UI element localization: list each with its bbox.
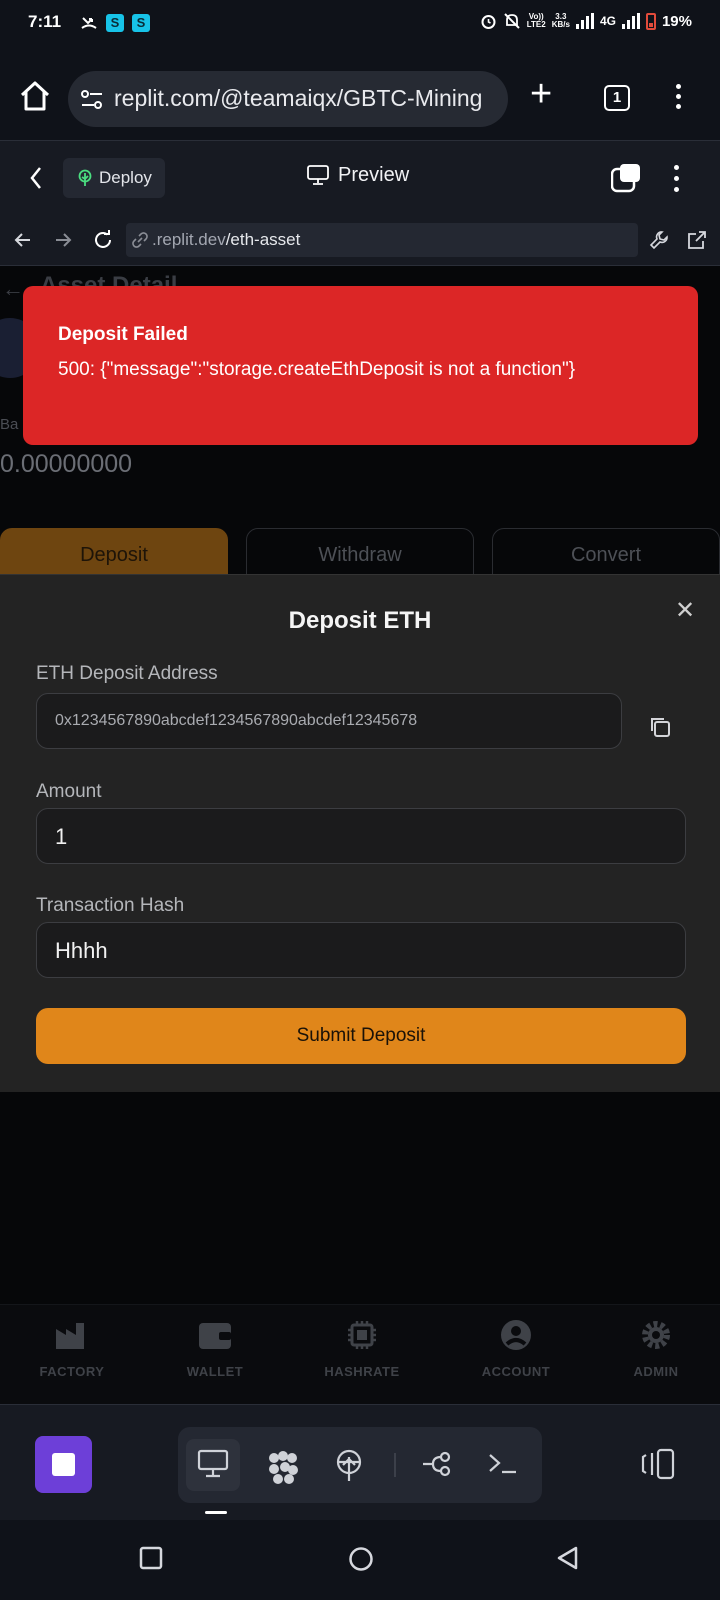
status-time: 7:11 — [28, 12, 62, 31]
balance-value: 0.00000000 — [0, 450, 133, 478]
close-icon[interactable]: ✕ — [675, 599, 695, 623]
active-tool-indicator — [205, 1511, 227, 1514]
browser-toolbar: replit.com/@teamaiqx/GBTC-Mining + 1 — [0, 48, 720, 140]
preview-title[interactable]: Preview — [306, 164, 409, 191]
tool-preview[interactable] — [186, 1439, 240, 1491]
deposit-address-value: 0x1234567890abcdef1234567890abcdef123456… — [55, 712, 418, 729]
back-chevron-icon[interactable] — [28, 163, 44, 193]
wrench-icon[interactable] — [648, 229, 670, 251]
app-notification-icon: S — [106, 14, 124, 32]
nav-factory[interactable]: FACTORY — [17, 1319, 127, 1379]
panel-toggle-icon[interactable] — [640, 1447, 676, 1481]
replit-header: Deploy Preview — [0, 140, 720, 216]
signal-icon — [575, 13, 594, 29]
deploy-button[interactable]: Deploy — [63, 158, 165, 198]
signal-icon — [621, 13, 640, 29]
address-label: ETH Deposit Address — [36, 663, 218, 684]
copy-icon[interactable] — [648, 715, 672, 739]
preview-domain: .replit.dev/eth-asset — [152, 230, 301, 249]
tool-shell[interactable] — [476, 1439, 530, 1491]
monitor-icon — [197, 1449, 229, 1478]
app-bottom-nav: FACTORY WALLET HASHRATE ACCOUNT ADMIN — [0, 1304, 720, 1404]
gear-icon — [642, 1321, 670, 1349]
wallet-icon — [199, 1323, 231, 1349]
page-back-icon[interactable]: ← — [2, 276, 24, 302]
link-icon — [132, 232, 148, 248]
account-icon — [501, 1320, 531, 1350]
arrow-right-icon[interactable] — [52, 229, 74, 251]
transaction-hash-input[interactable]: Hhhh — [36, 922, 686, 978]
status-right: Vo)) LTE2 3.3 KB/s 4G 19% — [480, 12, 692, 30]
toast-message: 500: {"message":"storage.createEthDeposi… — [58, 359, 576, 380]
back-nav-icon[interactable] — [556, 1546, 580, 1570]
error-toast[interactable]: Deposit Failed 500: {"message":"storage.… — [23, 286, 698, 445]
agent-icon — [269, 1451, 298, 1484]
preview-path: /eth-asset — [225, 230, 301, 249]
tool-deployments[interactable] — [322, 1439, 376, 1491]
chip-icon — [348, 1321, 376, 1349]
data-speed: 3.3 KB/s — [551, 12, 570, 29]
status-bar: 7:11 S S Vo)) LTE2 3.3 KB/s 4G 19% — [0, 0, 720, 48]
browser-menu-icon[interactable] — [676, 84, 681, 109]
tool-git[interactable] — [410, 1439, 464, 1491]
toast-title: Deposit Failed — [58, 324, 188, 345]
external-link-icon[interactable] — [686, 229, 708, 251]
app-preview: ← Asset Detail Ba 0.00000000 Deposit Wit… — [0, 266, 720, 1404]
hash-value: Hhhh — [55, 938, 108, 963]
volte-indicator: Vo)) LTE2 — [526, 12, 546, 29]
replit-toolbar — [0, 1404, 720, 1520]
app-notification-icon: S — [132, 14, 150, 32]
nav-wallet[interactable]: WALLET — [160, 1319, 270, 1379]
battery-icon — [645, 12, 656, 30]
sheet-title: Deposit ETH — [288, 607, 432, 634]
nav-hashrate[interactable]: HASHRATE — [307, 1319, 417, 1379]
reload-icon[interactable] — [92, 229, 114, 251]
stop-button[interactable] — [35, 1436, 92, 1493]
deploy-icon — [336, 1449, 362, 1481]
window-stack-icon[interactable] — [611, 163, 641, 193]
deploy-label: Deploy — [99, 168, 152, 187]
site-settings-icon[interactable] — [80, 89, 104, 111]
nav-admin[interactable]: ADMIN — [601, 1319, 711, 1379]
mute-icon — [504, 13, 520, 29]
amount-label: Amount — [36, 781, 102, 802]
missed-call-icon — [81, 17, 97, 29]
network-type: 4G — [599, 14, 616, 28]
new-tab-button[interactable]: + — [530, 74, 552, 114]
deposit-address-field[interactable]: 0x1234567890abcdef1234567890abcdef123456… — [36, 693, 622, 749]
factory-icon — [56, 1323, 84, 1349]
amount-input[interactable]: 1 — [36, 808, 686, 864]
status-notification-icons: S S — [80, 14, 150, 32]
home-icon[interactable] — [18, 80, 52, 112]
preview-url-bar: .replit.dev/eth-asset — [0, 216, 720, 266]
amount-value: 1 — [55, 824, 68, 849]
preview-address-field[interactable]: .replit.dev/eth-asset — [126, 223, 638, 257]
replit-menu-icon[interactable] — [674, 165, 679, 192]
preview-label: Preview — [338, 164, 410, 186]
system-nav-bar — [0, 1520, 720, 1600]
tab-switcher-button[interactable]: 1 — [604, 85, 630, 111]
toolbar-divider — [394, 1453, 396, 1477]
battery-percent: 19% — [661, 12, 692, 30]
hash-label: Transaction Hash — [36, 895, 185, 916]
submit-deposit-button[interactable]: Submit Deposit — [36, 1008, 686, 1064]
arrow-left-icon[interactable] — [12, 229, 34, 251]
nav-account[interactable]: ACCOUNT — [461, 1319, 571, 1379]
address-text: replit.com/@teamaiqx/GBTC-Mining — [114, 85, 483, 111]
tool-agent[interactable] — [254, 1439, 308, 1491]
terminal-icon — [489, 1454, 516, 1474]
address-bar[interactable]: replit.com/@teamaiqx/GBTC-Mining — [68, 71, 508, 127]
home-nav-icon[interactable] — [348, 1546, 374, 1572]
balance-label: Ba — [0, 416, 19, 433]
alarm-icon — [481, 14, 496, 29]
recent-apps-icon[interactable] — [139, 1546, 163, 1570]
monitor-icon — [307, 165, 329, 185]
tool-group — [178, 1427, 542, 1503]
deploy-icon — [78, 169, 92, 186]
git-branch-icon — [423, 1451, 451, 1477]
